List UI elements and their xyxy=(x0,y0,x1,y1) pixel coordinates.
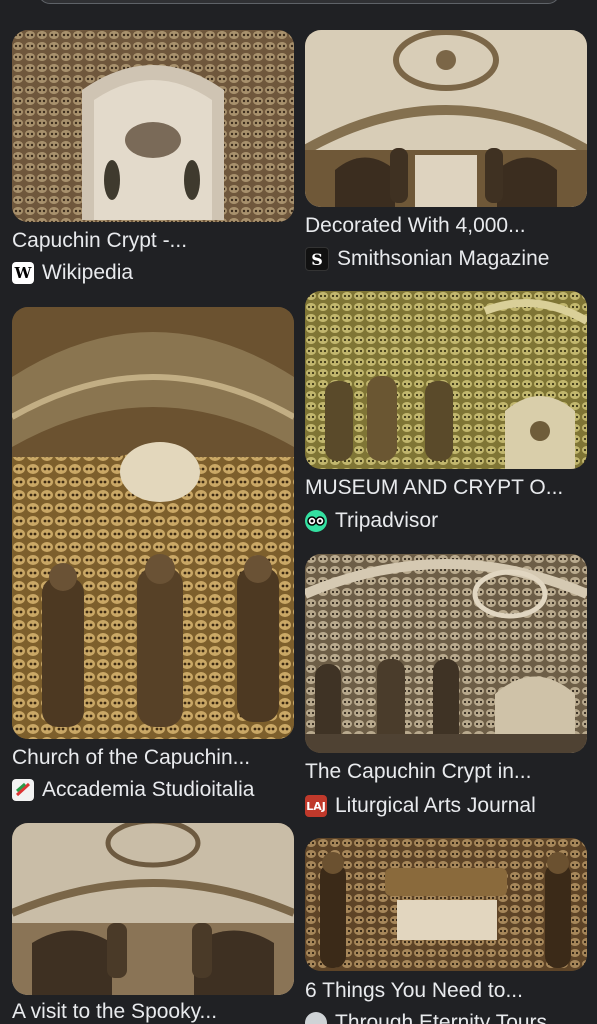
crypt-image xyxy=(305,291,587,469)
result-source-label: Liturgical Arts Journal xyxy=(335,794,536,817)
result-source-label: Through Eternity Tours xyxy=(335,1011,548,1024)
result-thumbnail[interactable] xyxy=(12,307,294,739)
result-card[interactable]: MUSEUM AND CRYPT O... Tripadvisor xyxy=(305,291,587,532)
result-source[interactable]: S Smithsonian Magazine xyxy=(305,246,587,272)
result-title[interactable]: MUSEUM AND CRYPT O... xyxy=(305,475,587,501)
result-card[interactable]: 6 Things You Need to... Through Eternity… xyxy=(305,838,587,1024)
image-results-page: Capuchin Crypt -... W Wikipedia Church o… xyxy=(0,0,597,1024)
result-card[interactable]: Capuchin Crypt -... W Wikipedia xyxy=(12,30,294,284)
result-source[interactable]: LAJ Liturgical Arts Journal xyxy=(305,793,587,819)
result-source[interactable]: Accademia Studioitalia xyxy=(12,777,294,803)
result-title[interactable]: 6 Things You Need to... xyxy=(305,978,587,1004)
result-thumbnail[interactable] xyxy=(305,554,587,753)
crypt-image xyxy=(12,823,294,995)
result-thumbnail[interactable] xyxy=(12,30,294,222)
result-title[interactable]: Church of the Capuchin... xyxy=(12,745,294,771)
result-card[interactable]: Church of the Capuchin... Accademia Stud… xyxy=(12,307,294,801)
result-card[interactable]: A visit to the Spooky... xyxy=(12,823,294,1023)
result-thumbnail[interactable] xyxy=(305,30,587,207)
search-bar[interactable] xyxy=(38,0,560,4)
result-source[interactable]: W Wikipedia xyxy=(12,260,294,286)
crypt-image xyxy=(12,307,294,739)
result-source-label: Smithsonian Magazine xyxy=(337,247,550,270)
result-thumbnail[interactable] xyxy=(12,823,294,995)
result-thumbnail[interactable] xyxy=(305,291,587,469)
through-eternity-icon xyxy=(305,1012,327,1024)
result-title[interactable]: The Capuchin Crypt in... xyxy=(305,759,587,785)
accademia-icon xyxy=(12,779,34,801)
liturgical-arts-icon: LAJ xyxy=(305,795,327,817)
crypt-image xyxy=(305,30,587,207)
crypt-image xyxy=(305,554,587,753)
result-card[interactable]: Decorated With 4,000... S Smithsonian Ma… xyxy=(305,30,587,271)
result-source-label: Accademia Studioitalia xyxy=(42,778,255,801)
result-source[interactable]: Tripadvisor xyxy=(305,508,587,534)
result-source-label: Wikipedia xyxy=(42,261,134,284)
result-title[interactable]: A visit to the Spooky... xyxy=(12,999,294,1024)
result-source-label: Tripadvisor xyxy=(335,509,439,532)
result-thumbnail[interactable] xyxy=(305,838,587,971)
wikipedia-icon: W xyxy=(12,262,34,284)
result-source[interactable]: Through Eternity Tours xyxy=(305,1010,587,1024)
tripadvisor-icon xyxy=(305,510,327,532)
result-card[interactable]: The Capuchin Crypt in... LAJ Liturgical … xyxy=(305,554,587,817)
smithsonian-icon: S xyxy=(305,247,329,271)
result-title[interactable]: Capuchin Crypt -... xyxy=(12,228,294,254)
result-title[interactable]: Decorated With 4,000... xyxy=(305,213,587,239)
crypt-image xyxy=(12,30,294,222)
crypt-image xyxy=(305,838,587,971)
